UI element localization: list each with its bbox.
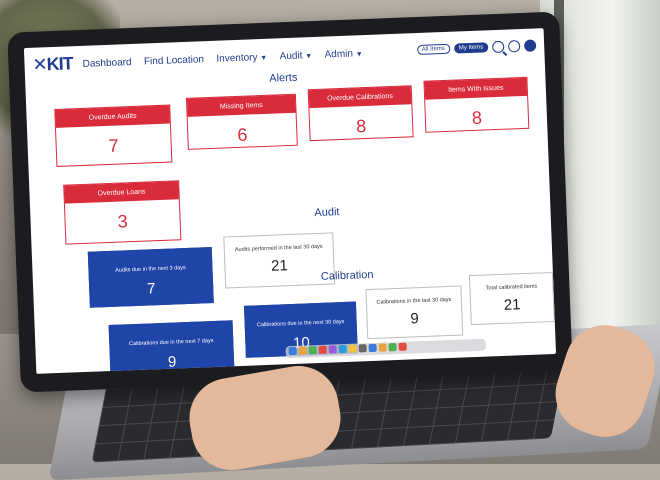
- dock-app-icon[interactable]: [358, 344, 367, 353]
- nav-inventory[interactable]: Inventory ▼: [216, 52, 267, 65]
- card-label: Overdue Calibrations: [308, 86, 412, 109]
- caret-down-icon: ▼: [355, 51, 363, 59]
- card-label: Calibrations due in the next 7 days: [129, 338, 214, 348]
- card-value: 9: [410, 310, 420, 328]
- calibration-card-total-calibrated[interactable]: Total calibrated items 21: [468, 271, 555, 326]
- calibration-card-last-30-days[interactable]: Calibrations in the last 30 days 9: [365, 285, 464, 340]
- nav-admin[interactable]: Admin ▼: [324, 48, 362, 60]
- caret-down-icon: ▼: [305, 53, 313, 61]
- toggle-all-items[interactable]: All Items: [416, 43, 451, 56]
- dock-app-icon[interactable]: [388, 343, 397, 352]
- card-label: Calibrations due in the next 30 days: [256, 319, 345, 329]
- section-title-calibration: Calibration: [320, 268, 374, 283]
- nav-audit-label: Audit: [279, 50, 303, 63]
- dock-app-icon[interactable]: [308, 346, 317, 355]
- dock-app-icon[interactable]: [368, 343, 377, 353]
- card-label: Items With Issues: [424, 77, 528, 100]
- alert-card-items-with-issues[interactable]: Items With Issues 8: [423, 76, 530, 133]
- alert-card-overdue-loans[interactable]: Overdue Loans 3: [63, 180, 182, 245]
- card-label: Audits due in the next 3 days: [115, 265, 186, 274]
- dock-app-icon[interactable]: [398, 342, 407, 351]
- nav-audit[interactable]: Audit ▼: [279, 50, 312, 62]
- card-label: Total calibrated items: [485, 283, 538, 292]
- nav-dashboard[interactable]: Dashboard: [82, 57, 131, 70]
- search-icon[interactable]: [491, 40, 505, 54]
- alert-card-overdue-calibrations[interactable]: Overdue Calibrations 8: [307, 85, 414, 142]
- card-value: 7: [108, 135, 120, 156]
- app-logo[interactable]: ✕KIT: [32, 53, 73, 76]
- dock-app-icon[interactable]: [318, 345, 327, 355]
- card-value: 6: [236, 124, 248, 145]
- main-nav: Dashboard Find Location Inventory ▼ Audi…: [82, 43, 371, 72]
- card-value: 3: [117, 211, 129, 232]
- card-value: 7: [146, 280, 156, 298]
- nav-inventory-label: Inventory: [216, 52, 258, 65]
- alert-card-missing-items[interactable]: Missing Items 6: [185, 93, 298, 150]
- card-value: 8: [355, 116, 367, 137]
- dock-app-icon[interactable]: [378, 343, 387, 352]
- dock-app-icon[interactable]: [298, 346, 307, 355]
- user-icon[interactable]: [523, 39, 537, 52]
- calibration-card-due-next-7-days[interactable]: Calibrations due in the next 7 days 9: [108, 320, 235, 374]
- section-title-audit: Audit: [314, 206, 340, 220]
- card-value: 21: [503, 296, 521, 314]
- dock-app-icon[interactable]: [348, 344, 357, 353]
- section-title-alerts: Alerts: [269, 71, 298, 85]
- card-label: Calibrations in the last 30 days: [376, 296, 452, 306]
- card-label: Missing Items: [186, 94, 296, 117]
- toggle-my-items[interactable]: My Items: [453, 42, 489, 54]
- nav-admin-label: Admin: [324, 48, 354, 61]
- nav-find-location[interactable]: Find Location: [144, 54, 204, 67]
- audit-card-due-next-3-days[interactable]: Audits due in the next 3 days 7: [87, 247, 214, 308]
- alert-card-overdue-audits[interactable]: Overdue Audits 7: [54, 104, 173, 167]
- laptop-screen: ✕KIT Dashboard Find Location Inventory ▼…: [23, 28, 557, 374]
- card-value: 21: [270, 257, 289, 275]
- dock-app-icon[interactable]: [288, 346, 297, 356]
- laptop-lid: ✕KIT Dashboard Find Location Inventory ▼…: [7, 11, 573, 393]
- card-value: 8: [471, 107, 483, 128]
- dock-app-icon[interactable]: [328, 345, 337, 354]
- caret-down-icon: ▼: [260, 54, 268, 63]
- card-label: Audits performed in the last 30 days: [234, 243, 323, 254]
- help-icon[interactable]: [507, 40, 521, 53]
- card-label: Overdue Audits: [55, 105, 170, 128]
- audit-card-performed-last-30-days[interactable]: Audits performed in the last 30 days 21: [223, 232, 336, 289]
- card-label: Overdue Loans: [64, 181, 179, 204]
- header-actions: All Items My Items: [416, 39, 537, 56]
- dock-app-icon[interactable]: [338, 344, 347, 354]
- card-value: 9: [167, 353, 177, 371]
